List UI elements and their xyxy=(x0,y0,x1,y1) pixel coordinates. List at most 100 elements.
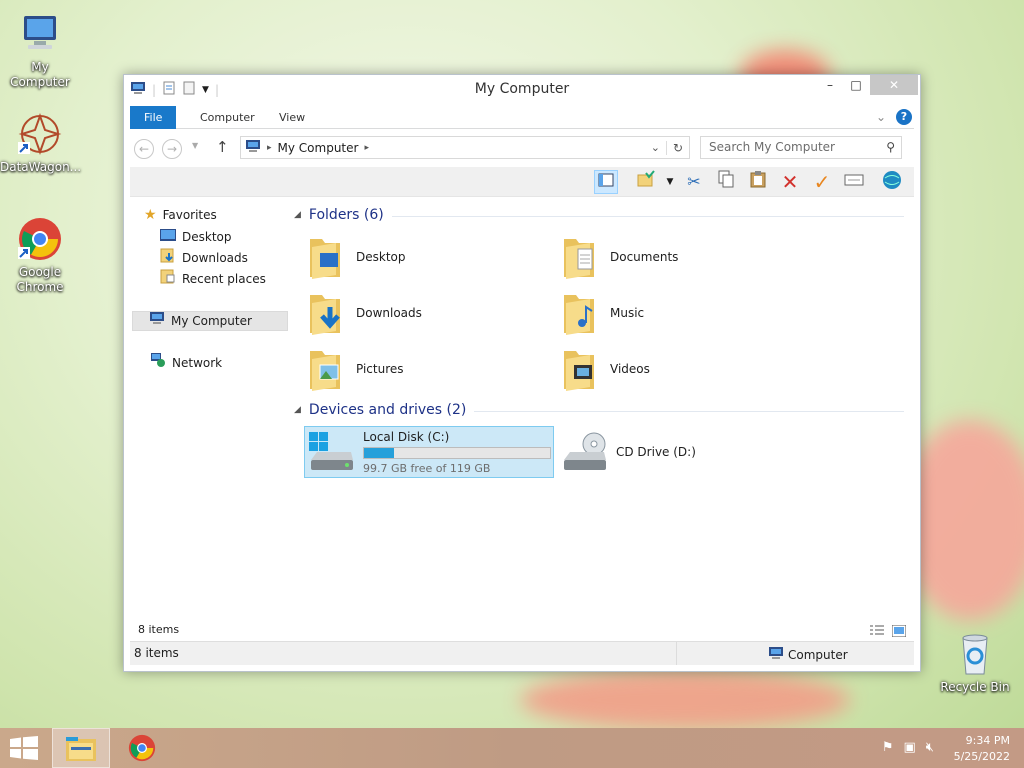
tab-computer[interactable]: Computer xyxy=(186,106,269,129)
ribbon-controls: ⌄ ? xyxy=(876,109,912,125)
file-explorer-icon xyxy=(66,737,96,761)
drive-label: Local Disk (C:) xyxy=(363,429,450,444)
action-center-flag-icon[interactable]: ⚑ xyxy=(882,740,894,755)
refresh-icon[interactable]: ↻ xyxy=(665,140,683,155)
system-tray: ⚑ ▣ 🔇︎ xyxy=(882,740,934,755)
folder-label: Music xyxy=(610,306,645,320)
hard-drive-icon xyxy=(307,430,355,474)
nav-item-desktop[interactable]: Desktop xyxy=(160,227,232,247)
content-pane: ◢ Folders (6) Desktop Documents Download… xyxy=(294,201,914,621)
tab-view[interactable]: View xyxy=(265,106,319,129)
item-count-inline: 8 items xyxy=(138,623,180,636)
nav-label: Recent places xyxy=(182,272,266,286)
back-button[interactable]: ← xyxy=(134,139,154,159)
delete-icon[interactable]: ✕ xyxy=(778,170,802,194)
nav-item-my-computer[interactable]: My Computer xyxy=(132,311,288,331)
select-folder-icon[interactable] xyxy=(634,170,658,194)
copy-icon[interactable] xyxy=(714,170,738,194)
start-button[interactable] xyxy=(0,728,58,768)
drive-usage-bar xyxy=(363,446,551,459)
folder-item[interactable]: Music xyxy=(560,287,810,339)
status-item-count: 8 items xyxy=(134,646,179,660)
devices-group-header[interactable]: ◢ Devices and drives (2) xyxy=(294,400,904,420)
folder-label: Videos xyxy=(610,362,650,376)
address-bar[interactable]: ▸ My Computer ▸ ⌄ ↻ xyxy=(240,136,690,159)
paste-icon[interactable] xyxy=(746,170,770,194)
globe-icon[interactable] xyxy=(880,170,904,194)
desktop-icon-recycle-bin[interactable]: Recycle Bin xyxy=(935,630,1015,695)
drive-item-c[interactable]: Local Disk (C:) 99.7 GB free of 119 GB xyxy=(304,426,554,478)
desktop-icon-my-computer[interactable]: My Computer xyxy=(0,10,80,90)
details-view-icon[interactable] xyxy=(870,625,884,640)
preview-pane-icon[interactable] xyxy=(594,170,618,194)
datawagon-icon xyxy=(16,110,64,158)
expand-ribbon-icon[interactable]: ⌄ xyxy=(876,110,886,124)
up-button[interactable]: ↑ xyxy=(216,138,229,156)
nav-item-recent-places[interactable]: Recent places xyxy=(160,269,266,289)
nav-favorites[interactable]: ★ Favorites xyxy=(144,205,217,225)
folder-item[interactable]: Downloads xyxy=(306,287,556,339)
desktop-folder-icon xyxy=(306,233,346,281)
large-icons-view-icon[interactable] xyxy=(891,624,907,640)
taskbar: ⚑ ▣ 🔇︎ 9:34 PM 5/25/2022 xyxy=(0,728,1024,768)
folder-item[interactable]: Documents xyxy=(560,231,810,283)
status-location-label: Computer xyxy=(788,647,848,662)
nav-label: Favorites xyxy=(162,208,217,222)
drive-details: Local Disk (C:) 99.7 GB free of 119 GB xyxy=(363,430,551,475)
drive-item-d[interactable]: CD Drive (D:) xyxy=(560,426,760,478)
minimize-button[interactable]: – xyxy=(816,75,844,95)
maximize-button[interactable]: □ xyxy=(842,75,870,95)
search-input[interactable]: Search My Computer ⚲ xyxy=(700,136,902,159)
address-dropdown-icon[interactable]: ⌄ xyxy=(651,141,660,154)
computer-icon xyxy=(768,646,784,663)
desktop-icon-label: DataWagon... xyxy=(0,160,82,174)
folder-label: Pictures xyxy=(356,362,404,376)
folder-item[interactable]: Desktop xyxy=(306,231,556,283)
folder-item[interactable]: Videos xyxy=(560,343,810,395)
desktop-icon-datawagon[interactable]: DataWagon... xyxy=(0,110,82,175)
chevron-right-icon[interactable]: ▸ xyxy=(364,143,369,153)
address-location[interactable]: My Computer xyxy=(278,141,359,155)
computer-icon xyxy=(245,139,261,156)
desktop-icon xyxy=(160,227,176,247)
title-bar[interactable]: | ▼ | My Computer – □ ✕ xyxy=(124,75,920,105)
apply-check-icon[interactable]: ✓ xyxy=(810,170,834,194)
drive-label: CD Drive (D:) xyxy=(616,445,696,459)
network-status-icon[interactable]: ▣ xyxy=(904,740,916,755)
folder-label: Downloads xyxy=(356,306,422,320)
chevron-right-icon[interactable]: ▸ xyxy=(267,143,272,153)
chevron-down-icon[interactable]: ▼ xyxy=(658,170,682,194)
folder-item[interactable]: Pictures xyxy=(306,343,556,395)
documents-folder-icon xyxy=(560,233,600,281)
taskbar-chrome[interactable] xyxy=(114,728,172,768)
folder-label: Desktop xyxy=(356,250,406,264)
volume-muted-icon[interactable]: 🔇︎ xyxy=(926,740,934,755)
recent-places-icon xyxy=(160,268,176,290)
nav-item-network[interactable]: Network xyxy=(150,353,222,373)
recent-locations-icon[interactable]: ▼ xyxy=(192,141,198,150)
collapse-icon[interactable]: ◢ xyxy=(294,405,301,415)
search-icon[interactable]: ⚲ xyxy=(886,137,895,158)
close-button[interactable]: ✕ xyxy=(870,75,918,95)
nav-label: Desktop xyxy=(182,230,232,244)
help-icon[interactable]: ? xyxy=(896,109,912,125)
cut-icon[interactable]: ✂ xyxy=(682,170,706,194)
drive-usage-fill xyxy=(364,447,394,458)
computer-icon xyxy=(149,311,165,331)
computer-icon xyxy=(16,10,64,58)
tab-file[interactable]: File xyxy=(130,106,177,129)
explorer-window: | ▼ | My Computer – □ ✕ File Computer Vi… xyxy=(123,74,921,672)
ribbon-tabs: File Computer View ⌄ ? xyxy=(130,106,914,129)
rename-icon[interactable] xyxy=(842,170,866,194)
desktop-icon-google-chrome[interactable]: Google Chrome xyxy=(0,215,80,295)
folders-group-header[interactable]: ◢ Folders (6) xyxy=(294,205,904,225)
clock[interactable]: 9:34 PM 5/25/2022 xyxy=(954,733,1010,765)
recycle-bin-icon xyxy=(951,630,999,678)
forward-button[interactable]: → xyxy=(162,139,182,159)
videos-folder-icon xyxy=(560,345,600,393)
star-icon: ★ xyxy=(144,207,157,223)
taskbar-file-explorer[interactable] xyxy=(52,728,110,768)
status-location: Computer xyxy=(768,646,848,663)
nav-item-downloads[interactable]: Downloads xyxy=(160,248,248,268)
collapse-icon[interactable]: ◢ xyxy=(294,210,301,220)
